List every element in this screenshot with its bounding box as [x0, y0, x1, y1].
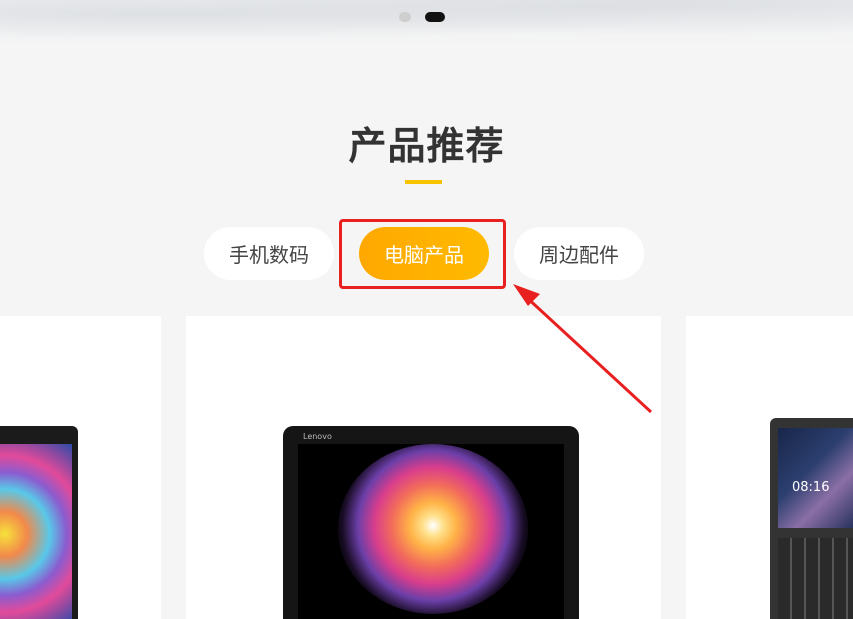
product-card-2[interactable]: Lenovo: [186, 316, 661, 619]
laptop-screen: [298, 444, 564, 619]
laptop-keyboard: [778, 538, 853, 619]
product-image-laptop: Lenovo: [283, 426, 579, 619]
laptop-screen: 08:16: [778, 428, 853, 528]
product-image-laptop: 08:16: [770, 418, 853, 619]
section-title: 产品推荐: [348, 124, 505, 168]
product-image-laptop: [0, 426, 78, 619]
laptop-clock: 08:16: [792, 480, 830, 495]
highlight-box: [339, 219, 506, 289]
carousel-dot-1[interactable]: [399, 12, 411, 22]
screen-wallpaper: [338, 444, 528, 614]
product-card-3[interactable]: 08:16: [686, 316, 853, 619]
tab-phones[interactable]: 手机数码: [204, 227, 334, 280]
carousel-dot-2-active[interactable]: [425, 12, 445, 22]
banner-carousel[interactable]: [0, 0, 853, 48]
title-underline: [405, 180, 442, 184]
laptop-screen: [0, 444, 72, 619]
product-card-1[interactable]: [0, 316, 161, 619]
laptop-brand-label: Lenovo: [303, 432, 332, 441]
tab-accessories[interactable]: 周边配件: [514, 227, 644, 280]
